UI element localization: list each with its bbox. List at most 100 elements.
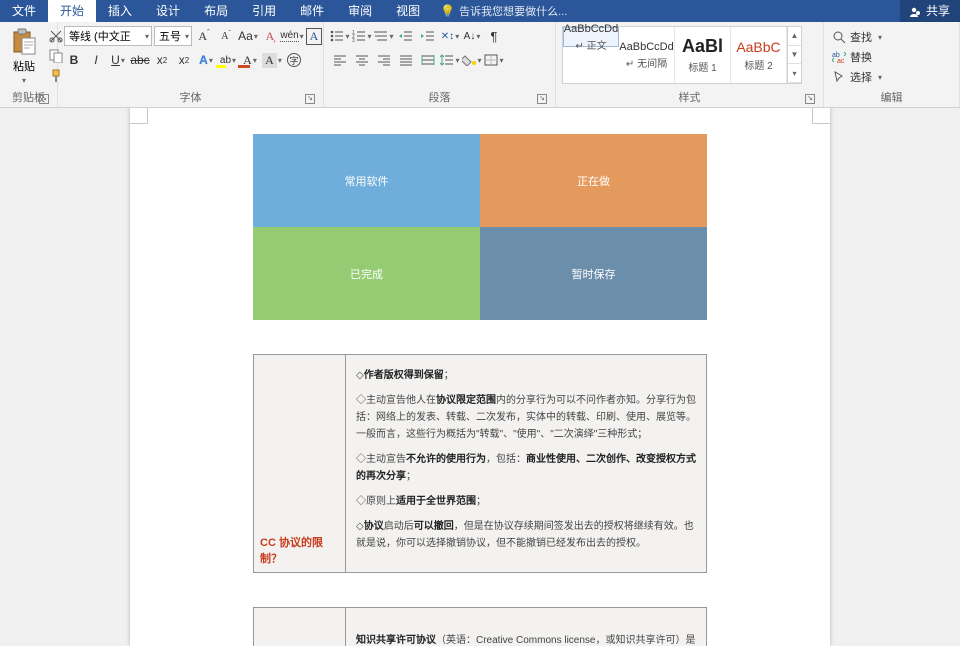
align-center-icon (355, 54, 369, 66)
border-icon (484, 54, 498, 66)
tab-references[interactable]: 引用 (240, 0, 288, 22)
shrink-font-button[interactable]: Aˇ (216, 26, 236, 46)
justify-icon (399, 54, 413, 66)
line-spacing-button[interactable] (440, 50, 460, 70)
tab-home[interactable]: 开始 (48, 0, 96, 22)
styles-scroll-down[interactable]: ▼ (788, 46, 801, 65)
italic-button[interactable]: I (86, 50, 106, 70)
tell-me-search[interactable]: 💡 告诉我您想要做什么... (440, 3, 567, 19)
bold-button[interactable]: B (64, 50, 84, 70)
clear-format-button[interactable]: A͎ (260, 26, 280, 46)
paste-button[interactable]: 粘贴 ▾ (6, 26, 42, 87)
numbering-icon: 123 (352, 30, 366, 42)
styles-gallery: AaBbCcDd↵ 正文 AaBbCcDd↵ 无间隔 AaBl标题 1 AaBb… (562, 26, 802, 84)
lightbulb-icon: 💡 (440, 4, 455, 18)
outdent-icon (399, 30, 413, 42)
grow-font-button[interactable]: Aˆ (194, 26, 214, 46)
increase-indent-button[interactable] (418, 26, 438, 46)
select-button[interactable]: 选择▾ (830, 68, 884, 86)
paste-icon (10, 28, 38, 56)
paragraph-dialog-launcher[interactable]: ↘ (537, 94, 547, 104)
underline-button[interactable]: U (108, 50, 128, 70)
group-font: 等线 (中文正▾ 五号▾ Aˆ Aˇ Aa A͎ wén A B I U abc… (58, 22, 324, 107)
sort-button[interactable]: A↓ (462, 26, 482, 46)
cc-restrictions-heading: CC 协议的限制？ (254, 355, 346, 572)
group-font-label: 字体 (180, 92, 202, 104)
styles-dialog-launcher[interactable]: ↘ (805, 94, 815, 104)
share-label: 共享 (926, 0, 950, 22)
font-name-select[interactable]: 等线 (中文正▾ (64, 26, 152, 46)
borders-button[interactable] (484, 50, 504, 70)
group-paragraph-label: 段落 (429, 92, 451, 104)
align-right-button[interactable] (374, 50, 394, 70)
style-normal[interactable]: AaBbCcDd↵ 正文 (563, 27, 619, 47)
tab-insert[interactable]: 插入 (96, 0, 144, 22)
text-effects-button[interactable]: A (196, 50, 216, 70)
phonetic-guide-button[interactable]: wén (282, 26, 302, 46)
group-styles: AaBbCcDd↵ 正文 AaBbCcDd↵ 无间隔 AaBl标题 1 AaBb… (556, 22, 824, 107)
quad-temp-save: 暂时保存 (480, 227, 707, 320)
numbering-button[interactable]: 123 (352, 26, 372, 46)
quad-in-progress: 正在做 (480, 134, 707, 227)
replace-icon: abac (832, 50, 846, 64)
align-center-button[interactable] (352, 50, 372, 70)
margin-marker-tr (812, 108, 830, 124)
tell-me-placeholder: 告诉我您想要做什么... (459, 3, 567, 19)
shading-button[interactable] (462, 50, 482, 70)
character-border-button[interactable]: A (304, 26, 324, 46)
tab-view[interactable]: 视图 (384, 0, 432, 22)
style-heading-1[interactable]: AaBl标题 1 (675, 27, 731, 83)
enclose-char-button[interactable]: 字 (284, 50, 304, 70)
font-dialog-launcher[interactable]: ↘ (305, 94, 315, 104)
cc-whatis-table: CC 协议是什么？ 知识共享许可协议（英语：Creative Commons l… (253, 607, 707, 646)
quad-common-software: 常用软件 (253, 134, 480, 227)
tab-review[interactable]: 审阅 (336, 0, 384, 22)
cc-whatis-heading: CC 协议是什么？ (254, 608, 346, 646)
bullets-button[interactable] (330, 26, 350, 46)
tab-mailings[interactable]: 邮件 (288, 0, 336, 22)
tab-file[interactable]: 文件 (0, 0, 48, 22)
change-case-button[interactable]: Aa (238, 26, 258, 46)
svg-text:ac: ac (837, 58, 845, 64)
align-left-button[interactable] (330, 50, 350, 70)
paste-label: 粘贴 (13, 58, 35, 74)
group-editing-label: 编辑 (881, 92, 903, 104)
clipboard-dialog-launcher[interactable]: ↘ (39, 94, 49, 104)
find-button[interactable]: 查找▾ (830, 28, 884, 46)
strikethrough-button[interactable]: abc (130, 50, 150, 70)
align-right-icon (377, 54, 391, 66)
style-no-spacing[interactable]: AaBbCcDd↵ 无间隔 (619, 27, 675, 83)
tab-layout[interactable]: 布局 (192, 0, 240, 22)
replace-button[interactable]: abac替换 (830, 48, 874, 66)
superscript-button[interactable]: x2 (174, 50, 194, 70)
svg-text:3: 3 (352, 38, 355, 42)
decrease-indent-button[interactable] (396, 26, 416, 46)
font-color-button[interactable]: A (240, 50, 260, 70)
multilevel-icon (374, 30, 388, 42)
char-shading-button[interactable]: A (262, 50, 282, 70)
cc-whatis-content: 知识共享许可协议（英语：Creative Commons license，或知识… (346, 608, 706, 646)
line-spacing-icon (440, 54, 454, 66)
align-left-icon (333, 54, 347, 66)
document-area[interactable]: 常用软件 正在做 已完成 暂时保存 CC 协议的限制？ ◇作者版权得到保留； ◇… (0, 108, 960, 646)
style-heading-2[interactable]: AaBbC标题 2 (731, 27, 787, 83)
margin-marker-tl (130, 108, 148, 124)
styles-expand[interactable]: ▾ (788, 64, 801, 83)
styles-scroll-up[interactable]: ▲ (788, 27, 801, 46)
ribbon-tabs: 文件 开始 插入 设计 布局 引用 邮件 审阅 视图 💡 告诉我您想要做什么..… (0, 0, 960, 22)
subscript-button[interactable]: x2 (152, 50, 172, 70)
cc-restrictions-table: CC 协议的限制？ ◇作者版权得到保留； ◇主动宣告他人在协议限定范围内的分享行… (253, 354, 707, 573)
asian-layout-button[interactable]: ✕↕ (440, 26, 460, 46)
page: 常用软件 正在做 已完成 暂时保存 CC 协议的限制？ ◇作者版权得到保留； ◇… (130, 108, 830, 646)
share-icon (910, 5, 922, 17)
group-paragraph: 123 ✕↕ A↓ ¶ 段落 ↘ (324, 22, 556, 107)
show-marks-button[interactable]: ¶ (484, 26, 504, 46)
multilevel-list-button[interactable] (374, 26, 394, 46)
share-button[interactable]: 共享 (900, 0, 960, 22)
bucket-icon (462, 54, 476, 66)
justify-button[interactable] (396, 50, 416, 70)
distribute-button[interactable] (418, 50, 438, 70)
tab-design[interactable]: 设计 (144, 0, 192, 22)
font-size-select[interactable]: 五号▾ (154, 26, 192, 46)
highlight-button[interactable]: ab (218, 50, 238, 70)
